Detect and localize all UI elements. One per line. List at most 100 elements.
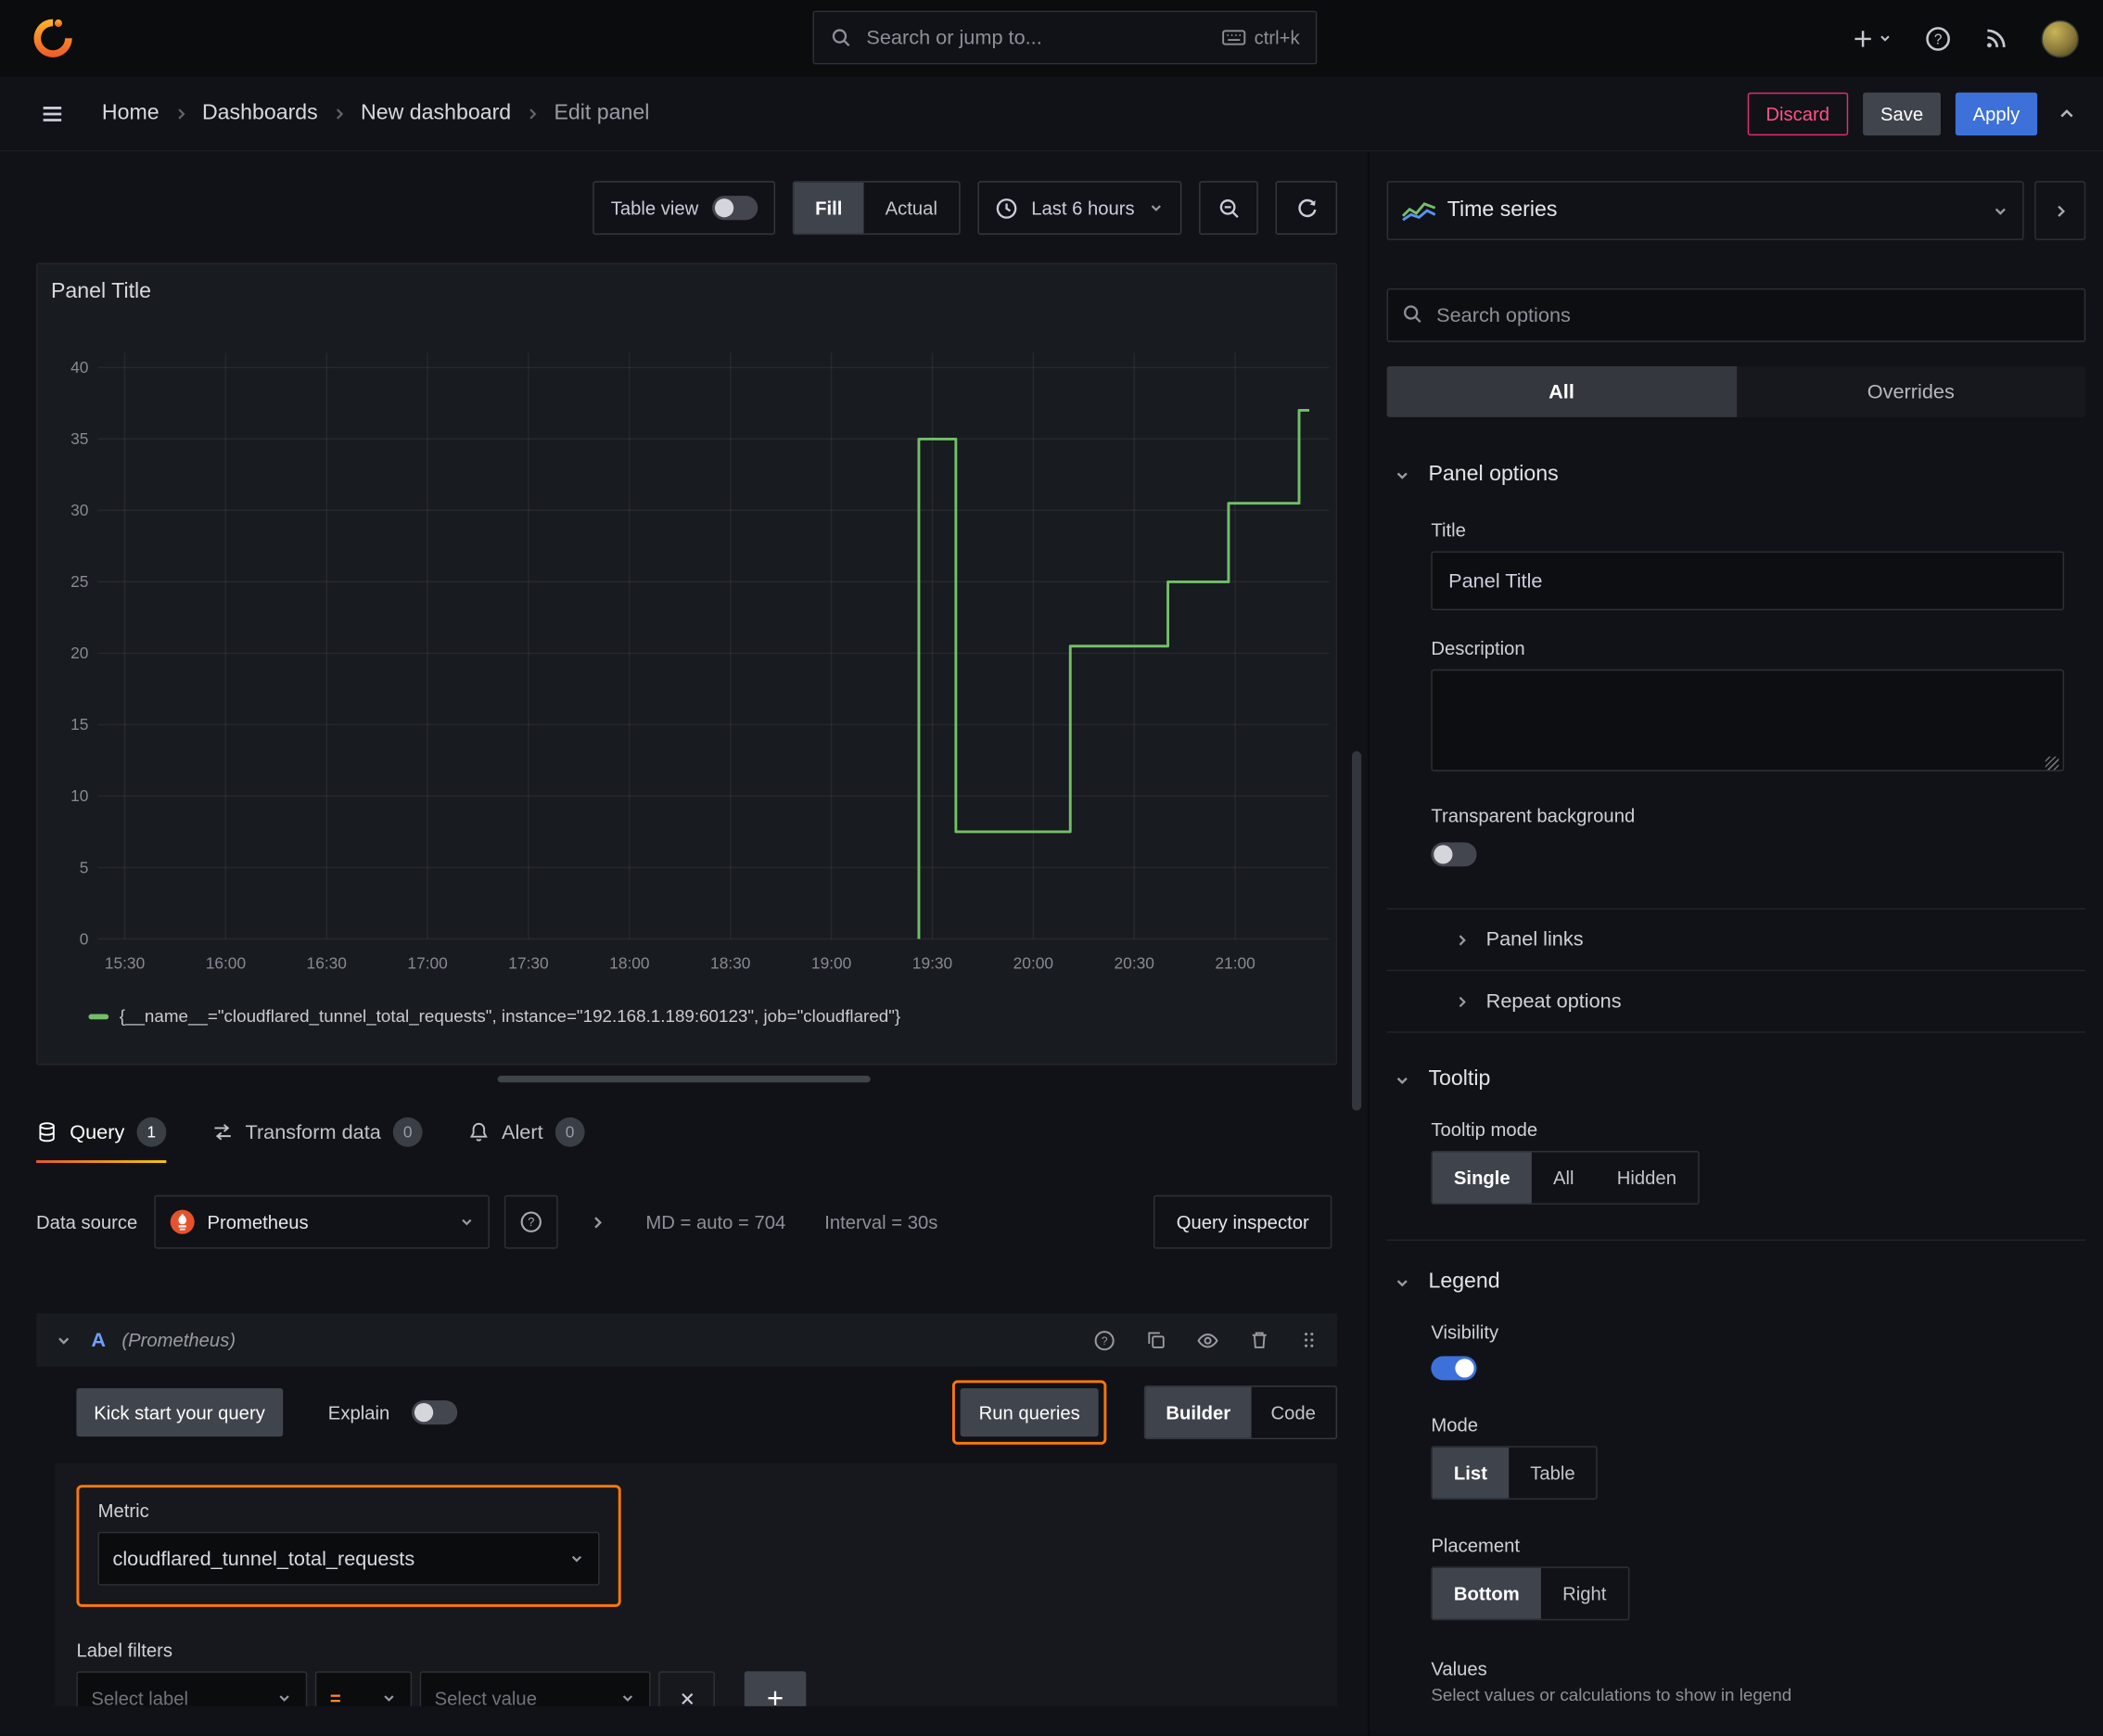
discard-button[interactable]: Discard <box>1747 92 1849 135</box>
table-view-toggle[interactable] <box>711 196 758 221</box>
placement-bottom[interactable]: Bottom <box>1432 1567 1541 1619</box>
help-icon: ? <box>1925 25 1952 52</box>
panel-links-section[interactable]: Panel links <box>1386 910 2086 972</box>
metric-select[interactable]: cloudflared_tunnel_total_requests <box>97 1531 600 1586</box>
options-search[interactable] <box>1386 287 2086 342</box>
breadcrumb-dashboards[interactable]: Dashboards <box>202 101 318 125</box>
resize-grip-icon[interactable] <box>2045 756 2059 771</box>
datasource-help-button[interactable]: ? <box>504 1194 559 1249</box>
news-button[interactable] <box>1983 25 2008 50</box>
select-value-dropdown[interactable]: Select value <box>419 1671 651 1706</box>
svg-text:17:30: 17:30 <box>508 953 548 972</box>
breadcrumb-edit-panel: Edit panel <box>554 101 650 124</box>
avatar[interactable] <box>2041 19 2079 57</box>
time-range-picker[interactable]: Last 6 hours <box>977 181 1182 236</box>
legend-section-header[interactable]: Legend <box>1387 1270 2086 1295</box>
query-row-header[interactable]: A (Prometheus) ? <box>36 1313 1338 1367</box>
explain-toggle[interactable] <box>411 1400 457 1425</box>
apply-button[interactable]: Apply <box>1955 92 2038 135</box>
transparent-bg-toggle[interactable] <box>1431 842 1477 867</box>
placement-right[interactable]: Right <box>1541 1568 1628 1619</box>
panel-title: Panel Title <box>50 280 152 303</box>
tooltip-mode-label: Tooltip mode <box>1431 1118 1538 1141</box>
repeat-options-section[interactable]: Repeat options <box>1386 971 2086 1033</box>
viz-type-select[interactable]: Time series <box>1386 181 2024 240</box>
main-scrollbar[interactable] <box>1352 751 1362 1111</box>
datasource-select[interactable]: Prometheus <box>155 1194 491 1249</box>
tooltip-section-header[interactable]: Tooltip <box>1387 1067 2086 1091</box>
legend-content: Visibility Mode List Table Placement Bot… <box>1431 1321 2085 1704</box>
viz-suggestions-button[interactable] <box>2034 181 2086 240</box>
tab-transform-data[interactable]: Transform data 0 <box>211 1102 423 1164</box>
legend-visibility-toggle[interactable] <box>1431 1356 1477 1381</box>
menu-toggle-button[interactable] <box>21 101 83 125</box>
svg-text:0: 0 <box>80 929 89 948</box>
drag-handle[interactable] <box>1297 1329 1321 1350</box>
save-button[interactable]: Save <box>1863 92 1941 135</box>
builder-option[interactable]: Builder <box>1145 1386 1251 1438</box>
chart-legend[interactable]: {__name__="cloudflared_tunnel_total_requ… <box>88 1006 900 1027</box>
global-search[interactable]: ctrl+k <box>812 10 1318 65</box>
pane-resize-handle[interactable] <box>497 1076 871 1083</box>
query-inspector-button[interactable]: Query inspector <box>1153 1194 1332 1249</box>
tooltip-mode-all[interactable]: All <box>1532 1152 1596 1203</box>
search-icon <box>830 27 851 48</box>
new-menu-button[interactable] <box>1853 28 1893 49</box>
delete-query-button[interactable] <box>1246 1329 1273 1350</box>
panel-description-input[interactable] <box>1431 669 2065 772</box>
panel-title-input[interactable] <box>1431 551 2065 611</box>
kick-start-button[interactable]: Kick start your query <box>76 1388 283 1437</box>
tab-query[interactable]: Query 1 <box>36 1102 167 1164</box>
table-view-label: Table view <box>610 197 699 219</box>
refresh-button[interactable] <box>1275 181 1338 236</box>
tooltip-mode-hidden[interactable]: Hidden <box>1596 1152 1698 1203</box>
datasource-options-expand[interactable] <box>587 1213 610 1231</box>
svg-text:?: ? <box>529 1215 535 1229</box>
panel-options-header[interactable]: Panel options <box>1387 463 2086 487</box>
metric-value: cloudflared_tunnel_total_requests <box>112 1547 415 1571</box>
actual-option[interactable]: Actual <box>864 183 960 234</box>
global-search-input[interactable] <box>863 24 1210 51</box>
database-icon <box>36 1121 57 1142</box>
collapse-toolbar-button[interactable] <box>2052 98 2082 128</box>
grafana-logo-icon[interactable] <box>32 18 74 59</box>
close-icon <box>678 1690 695 1706</box>
chevron-down-icon[interactable] <box>52 1332 75 1349</box>
svg-text:19:00: 19:00 <box>811 953 851 972</box>
panel-options-content: Title Description Transparent background <box>1431 519 2085 874</box>
breadcrumb-new-dashboard[interactable]: New dashboard <box>361 101 511 125</box>
breadcrumb-home[interactable]: Home <box>102 101 159 125</box>
tooltip-mode-single[interactable]: Single <box>1432 1152 1532 1204</box>
remove-filter-button[interactable] <box>658 1671 715 1706</box>
run-queries-button[interactable]: Run queries <box>960 1388 1100 1437</box>
query-help-button[interactable]: ? <box>1090 1329 1118 1352</box>
select-label-dropdown[interactable]: Select label <box>76 1671 308 1706</box>
options-search-input[interactable] <box>1386 287 2086 342</box>
code-option[interactable]: Code <box>1251 1387 1336 1438</box>
svg-text:15: 15 <box>70 715 88 734</box>
repeat-options-label: Repeat options <box>1485 989 1622 1014</box>
fill-option[interactable]: Fill <box>793 182 864 234</box>
legend-mode-table[interactable]: Table <box>1509 1448 1597 1499</box>
svg-text:21:00: 21:00 <box>1215 953 1255 972</box>
help-button[interactable]: ? <box>1925 25 1952 52</box>
label-filters-row: Select label = Select value <box>76 1671 1316 1706</box>
time-series-chart[interactable]: 0 5 10 15 20 25 30 35 40 15:30 16:00 16:30 17:00 17:3… <box>38 313 1339 983</box>
operator-dropdown[interactable]: = <box>314 1671 413 1706</box>
bell-icon <box>468 1121 490 1142</box>
add-filter-button[interactable] <box>744 1671 807 1706</box>
legend-swatch <box>88 1013 109 1019</box>
tab-alert[interactable]: Alert 0 <box>468 1102 585 1164</box>
query-ref-id[interactable]: A <box>91 1329 106 1352</box>
all-option[interactable]: All <box>1386 365 1737 417</box>
zoom-out-button[interactable] <box>1199 181 1258 236</box>
overrides-option[interactable]: Overrides <box>1736 366 2085 417</box>
chevron-right-icon <box>172 106 188 121</box>
viz-picker-row: Time series <box>1386 181 2086 240</box>
hide-query-button[interactable] <box>1193 1329 1221 1352</box>
duplicate-query-button[interactable] <box>1142 1329 1169 1350</box>
legend-mode-list[interactable]: List <box>1432 1447 1510 1499</box>
zoom-out-icon <box>1217 197 1241 220</box>
fill-actual-switch: Fill Actual <box>792 181 961 236</box>
legend-mode-group: List Table <box>1431 1446 1599 1500</box>
